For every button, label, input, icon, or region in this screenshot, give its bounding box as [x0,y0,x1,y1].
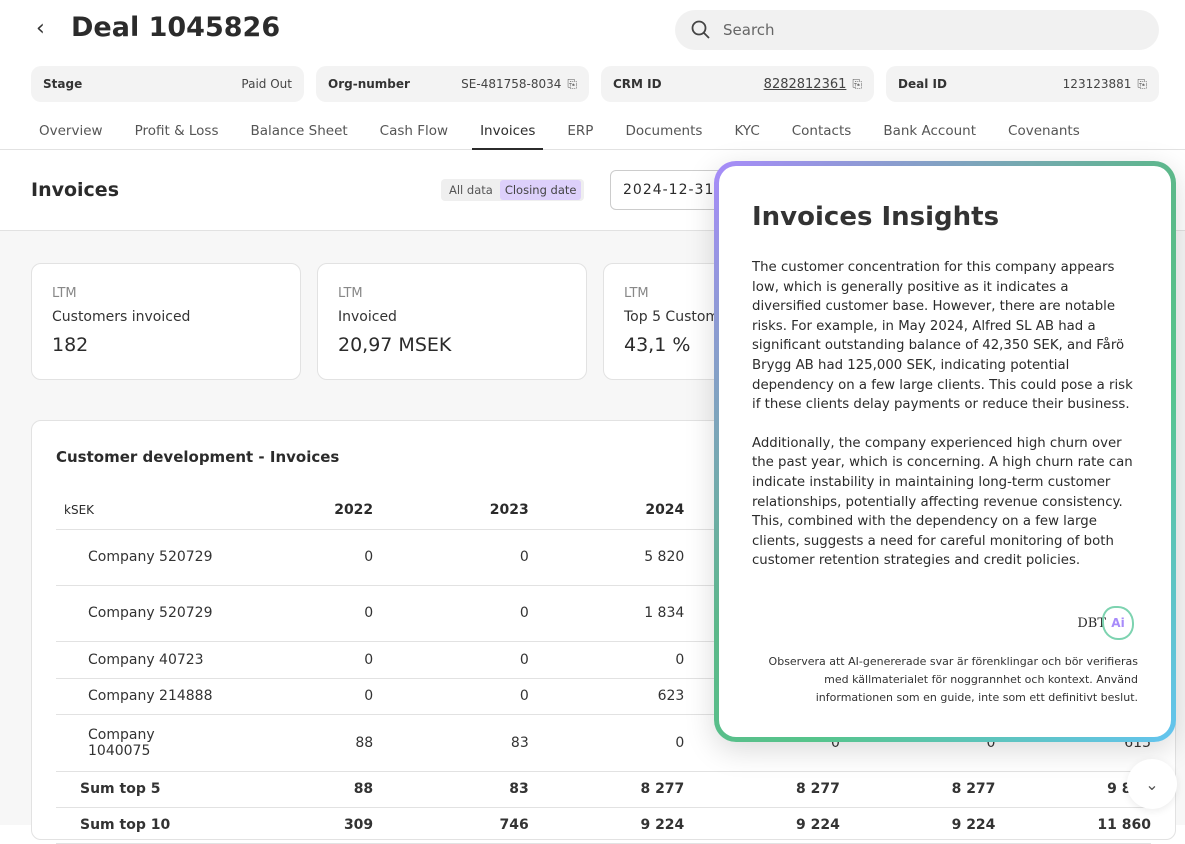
tab-documents[interactable]: Documents [609,112,718,149]
cell-value: 0 [217,585,374,642]
cell-value: 0 [373,585,529,642]
cell-value: 8 277 [839,771,996,808]
row-label: Company 520729 [56,585,218,642]
section-title: Invoices [31,179,120,201]
col-header: 2024 [528,492,685,530]
search-icon [691,20,710,39]
cell-value: 9 224 [839,807,996,844]
cell-value: 88 [217,714,374,772]
tab-balance-sheet[interactable]: Balance Sheet [235,112,364,149]
kpi-period: LTM [52,286,77,301]
unit-header: kSEK [56,492,218,530]
search-bar[interactable] [675,10,1159,50]
chip-label: Deal ID [898,77,947,91]
cell-value: 8 277 [528,771,685,808]
search-input[interactable] [723,21,1123,39]
cell-value: 0 [373,678,529,715]
row-label: Sum top 5 [56,771,218,808]
cell-value: 309 [217,807,374,844]
insights-popup: Invoices Insights The customer concentra… [714,161,1176,742]
chevron-down-icon: ⌄ [1145,774,1159,794]
tab-covenants[interactable]: Covenants [992,112,1096,149]
cell-value: 0 [217,641,374,679]
sum-row: Sum top 10 309 746 9 224 9 224 9 224 11 860 [56,807,1151,844]
row-label: Company 520729 [56,529,218,586]
cell-value: 5 820 [528,529,685,586]
tab-cash-flow[interactable]: Cash Flow [364,112,464,149]
copy-icon[interactable]: ⎘ [567,77,577,92]
col-header: 2022 [217,492,374,530]
toggle-all-data[interactable]: All data [444,180,498,200]
kpi-card-customers: LTM Customers invoiced 182 [31,263,301,380]
tab-contacts[interactable]: Contacts [776,112,868,149]
cell-value: 83 [373,714,529,772]
tab-overview[interactable]: Overview [32,112,119,149]
cell-value: 9 224 [684,807,840,844]
table-title: Customer development - Invoices [56,448,340,466]
crm-id-link[interactable]: 8282812361 [764,77,847,92]
kpi-label: Customers invoiced [52,309,191,325]
toggle-closing-date[interactable]: Closing date [499,180,582,200]
chip-label: Org-number [328,77,410,91]
row-label: Company 40723 [56,641,218,679]
chip-value: Paid Out [241,77,292,91]
cell-value: 11 860 [995,807,1151,844]
copy-icon[interactable]: ⎘ [852,77,862,92]
cell-value: 83 [373,771,529,808]
row-label: Company 1040075 [56,714,218,772]
cell-value: 0 [217,678,374,715]
chip-label: CRM ID [613,77,662,91]
kpi-period: LTM [338,286,363,301]
row-label: Company 214888 [56,678,218,715]
kpi-label: Invoiced [338,309,397,325]
cell-value: 623 [528,678,685,715]
tab-profit-loss[interactable]: Profit & Loss [119,112,235,149]
chip-value: 123123881 [1062,77,1132,91]
cell-value: 88 [217,771,374,808]
cell-value: 0 [528,641,685,679]
chip-crm-id: CRM ID 8282812361 ⎘ [601,66,874,102]
date-picker[interactable]: 2024-12-31 [610,170,730,210]
tab-erp[interactable]: ERP [551,112,609,149]
col-header: 2023 [373,492,529,530]
tab-bar: Overview Profit & Loss Balance Sheet Cas… [0,112,1185,150]
cell-value: 9 224 [528,807,685,844]
cell-value: 1 834 [528,585,685,642]
data-mode-toggle: All data Closing date [441,179,585,201]
insights-paragraph: The customer concentration for this comp… [752,260,1133,413]
cell-value: 746 [373,807,529,844]
cell-value: 8 277 [684,771,840,808]
cell-value: 0 [373,641,529,679]
kpi-card-invoiced: LTM Invoiced 20,97 MSEK [317,263,587,380]
cell-value: 0 [373,529,529,586]
chip-value: SE-481758-8034 [461,77,562,91]
dbt-ai-logo: DBT Ai [1077,606,1134,640]
insights-paragraph: Additionally, the company experienced hi… [752,435,1133,569]
scroll-down-button[interactable]: ⌄ [1127,759,1177,809]
tab-bank-account[interactable]: Bank Account [867,112,992,149]
kpi-value: 20,97 MSEK [338,334,452,356]
cell-value: 0 [528,714,685,772]
sum-row: Sum top 588838 2778 2778 2779 832 [56,771,1151,808]
chip-stage: Stage Paid Out [31,66,304,102]
tab-invoices[interactable]: Invoices [464,112,551,150]
insights-title: Invoices Insights [752,202,1000,232]
cell-value: 0 [217,529,374,586]
copy-icon[interactable]: ⎘ [1137,77,1147,92]
chip-deal-id: Deal ID 123123881 ⎘ [886,66,1159,102]
chip-org-number: Org-number SE-481758-8034 ⎘ [316,66,589,102]
tab-kyc[interactable]: KYC [718,112,775,149]
ai-disclaimer: Observera att AI-genererade svar är före… [768,655,1138,704]
page-title: Deal 1045826 [71,12,281,43]
kpi-value: 182 [52,334,89,356]
back-button[interactable]: ‹ [36,16,45,41]
row-label: Sum top 10 [56,807,218,844]
chip-label: Stage [43,77,83,91]
